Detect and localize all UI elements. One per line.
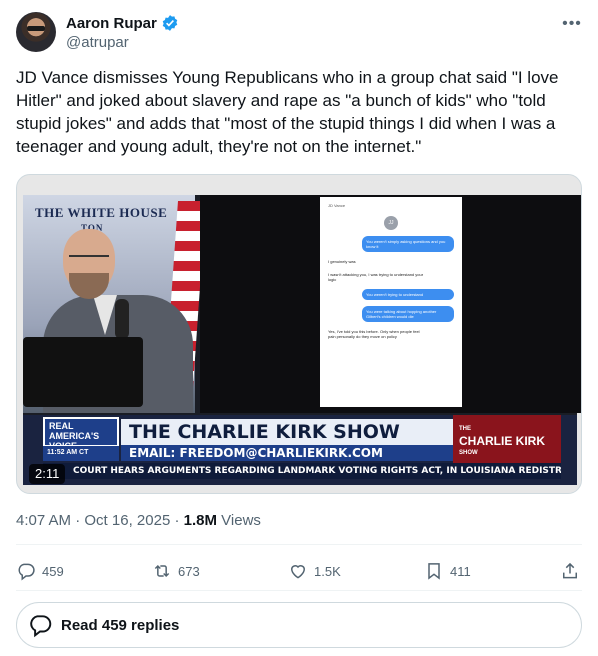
author-handle[interactable]: @atrupar [66, 34, 129, 51]
reply-count: 459 [42, 563, 64, 579]
show-title: THE CHARLIE KIRK SHOW [121, 419, 453, 445]
broadcast-time: 11:52 AM CT [43, 445, 119, 461]
news-ticker: COURT HEARS ARGUMENTS REGARDING LANDMARK… [43, 463, 561, 479]
meta-separator: · [170, 512, 184, 529]
like-count: 1.5K [314, 563, 341, 579]
post-time[interactable]: 4:07 AM [16, 512, 71, 529]
message-bubble: You weren't trying to understand [362, 289, 454, 300]
action-bar: 459 673 1.5K 411 [16, 558, 582, 584]
repost-icon [154, 564, 170, 578]
reply-bubble-icon [30, 615, 52, 638]
microphone [115, 299, 129, 339]
video-frame[interactable]: THE WHITE HOUSE TON JD Vance JJ You were… [23, 195, 581, 485]
message-list: You weren't simply asking questions and … [328, 236, 454, 340]
show-logo-bottom: SHOW [459, 450, 478, 456]
message-bubble: You weren't simply asking questions and … [362, 236, 454, 252]
show-email: EMAIL: FREEDOM@CHARLIEKIRK.COM [121, 445, 453, 461]
like-button[interactable]: 1.5K [288, 561, 398, 581]
studio-scene: THE WHITE HOUSE TON [23, 195, 206, 413]
message-bubble: I genuinely was [328, 259, 356, 264]
reply-button[interactable]: 459 [16, 561, 126, 581]
message-bubble: Yes, I've told you this before. Only whe… [328, 329, 420, 339]
repost-button[interactable]: 673 [152, 561, 262, 581]
message-bubble: You were talking about hopping another G… [362, 306, 454, 322]
laptop [23, 337, 143, 407]
phone-screenshot: JD Vance JJ You weren't simply asking qu… [320, 197, 462, 407]
show-logo-main: CHARLIE KIRK [459, 434, 545, 448]
backdrop-text: THE WHITE HOUSE [35, 205, 168, 220]
views-count: 1.8M [183, 512, 217, 529]
video-duration: 2:11 [29, 464, 66, 484]
phone-header: JD Vance [328, 203, 346, 208]
bookmark-count: 411 [450, 563, 471, 579]
post-date[interactable]: Oct 16, 2025 [84, 512, 170, 529]
divider [16, 544, 582, 545]
verified-badge-icon [162, 15, 178, 31]
share-icon [563, 562, 577, 579]
meta-separator: · [71, 512, 85, 529]
tweet-meta: 4:07 AM · Oct 16, 2025 · 1.8M Views [16, 512, 261, 529]
message-bubble: I wasn't attacking you, I was trying to … [328, 272, 424, 282]
video-player[interactable]: THE WHITE HOUSE TON JD Vance JJ You were… [16, 174, 582, 494]
speaker-glasses [69, 255, 109, 261]
read-replies-button[interactable]: Read 459 replies [16, 602, 582, 648]
divider [16, 590, 582, 591]
read-replies-label: Read 459 replies [61, 616, 180, 634]
heart-icon [290, 565, 306, 579]
lower-third: REAL AMERICA'S VOICE THE CHARLIE KIRK SH… [23, 415, 577, 485]
author-name[interactable]: Aaron Rupar [66, 15, 157, 32]
repost-count: 673 [178, 563, 200, 579]
contact-avatar: JJ [384, 216, 398, 230]
views-label: Views [217, 512, 261, 529]
show-logo: THE CHARLIE KIRK SHOW [453, 415, 561, 463]
tweet-text: JD Vance dismisses Young Republicans who… [16, 68, 559, 156]
avatar[interactable] [16, 12, 56, 52]
author-name-row: Aaron Rupar [66, 14, 179, 32]
bookmark-icon [428, 563, 440, 580]
tweet-header: Aaron Rupar @atrupar ••• [16, 10, 582, 54]
bookmark-button[interactable]: 411 [424, 561, 534, 581]
more-options-icon[interactable]: ••• [562, 16, 582, 36]
reply-icon [18, 563, 35, 581]
screenshot-panel: JD Vance JJ You weren't simply asking qu… [200, 195, 581, 413]
share-button[interactable] [560, 561, 582, 581]
